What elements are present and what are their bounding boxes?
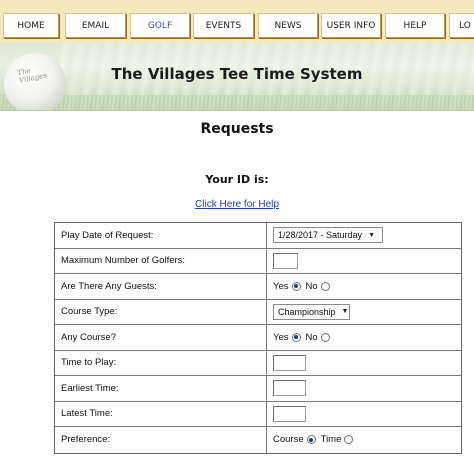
banner-grass (0, 95, 474, 110)
preference-label: Preference: (55, 427, 267, 453)
form-row-guests: Are There Any Guests: Yes No (55, 274, 461, 300)
latest-time-input[interactable] (273, 405, 306, 422)
any-course-yes-radio[interactable] (291, 332, 301, 342)
dropdown-arrow-icon: ▼ (341, 308, 349, 316)
form-row-any-course: Any Course? Yes No (55, 325, 461, 351)
max-golfers-input[interactable] (273, 252, 298, 269)
request-form-table: Play Date of Request: 1/28/2017 - Saturd… (54, 222, 462, 454)
any-course-yes-label: Yes (273, 331, 289, 343)
form-row-latest-time: Latest Time: (55, 401, 461, 427)
preference-radio-group: Course Time (273, 434, 358, 445)
page-title: Requests (200, 121, 274, 137)
any-course-no-label: No (305, 331, 318, 343)
play-date-value: 1/28/2017 - Saturday (278, 230, 363, 241)
nav-home[interactable]: HOME (3, 13, 59, 38)
nav-email[interactable]: EMAIL (65, 13, 126, 38)
nav-logout[interactable]: LO (449, 13, 474, 38)
preference-course-label: Course (273, 434, 304, 446)
header-banner: The Villages The Villages Tee Time Syste… (0, 43, 474, 111)
nav-news[interactable]: NEWS (258, 13, 318, 38)
guests-no-label: No (305, 280, 318, 292)
your-id-label: Your ID is: (205, 173, 269, 186)
help-link[interactable]: Click Here for Help (0, 199, 474, 210)
nav-events[interactable]: EVENTS (193, 13, 254, 38)
guests-no-radio[interactable] (320, 281, 330, 291)
form-row-time-to-play: Time to Play: (55, 350, 461, 376)
nav-help[interactable]: HELP (385, 13, 445, 38)
earliest-time-input[interactable] (273, 380, 306, 397)
preference-course-radio[interactable] (306, 435, 316, 445)
top-navigation: HOME EMAIL GOLF EVENTS NEWS USER INFO HE… (0, 0, 474, 43)
form-row-preference: Preference: Course Time (55, 427, 461, 453)
any-course-no-radio[interactable] (320, 332, 330, 342)
guests-radio-group: Yes No (273, 281, 335, 292)
site-title: The Villages Tee Time System (111, 65, 363, 83)
form-row-course-type: Course Type: Championship ▼ (55, 299, 461, 325)
form-row-earliest-time: Earliest Time: (55, 376, 461, 402)
max-golfers-label: Maximum Number of Golfers: (55, 248, 267, 273)
preference-time-label: Time (320, 434, 342, 446)
preference-time-radio[interactable] (344, 435, 354, 445)
play-date-label: Play Date of Request: (55, 223, 267, 248)
form-row-max-golfers: Maximum Number of Golfers: (55, 248, 461, 274)
guests-yes-radio[interactable] (291, 281, 301, 291)
dropdown-arrow-icon: ▼ (368, 231, 375, 239)
course-type-label: Course Type: (55, 299, 267, 324)
latest-time-label: Latest Time: (55, 401, 267, 426)
course-type-select[interactable]: Championship ▼ (273, 303, 350, 320)
form-row-play-date: Play Date of Request: 1/28/2017 - Saturd… (55, 223, 461, 249)
course-type-value: Championship (278, 306, 336, 317)
any-course-label: Any Course? (55, 325, 267, 350)
any-course-radio-group: Yes No (273, 332, 335, 343)
guests-label: Are There Any Guests: (55, 274, 267, 299)
nav-golf[interactable]: GOLF (130, 13, 190, 38)
time-to-play-input[interactable] (273, 354, 306, 371)
guests-yes-label: Yes (273, 280, 289, 292)
earliest-time-label: Earliest Time: (55, 376, 267, 401)
nav-user-info[interactable]: USER INFO (321, 13, 381, 38)
time-to-play-label: Time to Play: (55, 350, 267, 375)
play-date-select[interactable]: 1/28/2017 - Saturday ▼ (273, 227, 383, 244)
